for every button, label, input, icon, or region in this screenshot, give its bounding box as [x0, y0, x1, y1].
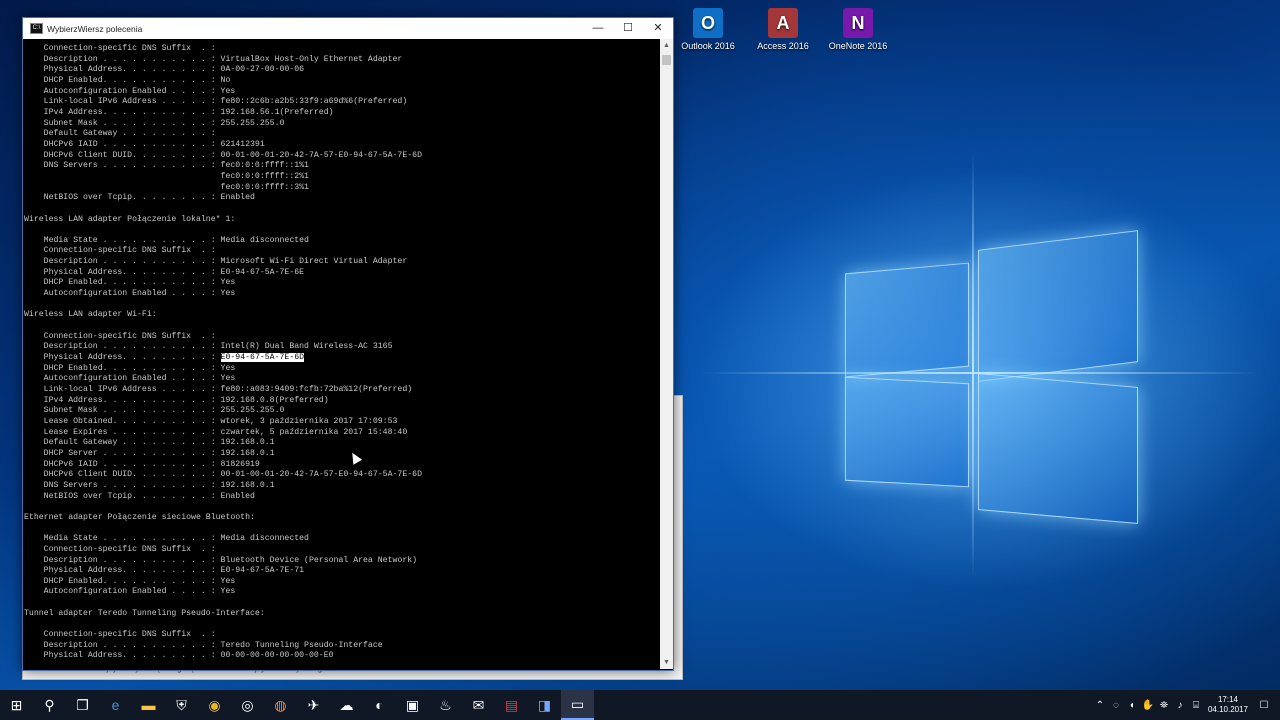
mail-icon[interactable]: ✉	[462, 690, 495, 720]
firefox-icon[interactable]: ◍	[264, 690, 297, 720]
notification-center-icon[interactable]: ☐	[1256, 700, 1272, 711]
clock[interactable]: 17:14 04.10.2017	[1208, 695, 1248, 715]
file-explorer-icon[interactable]: ▬	[132, 690, 165, 720]
command-prompt-icon[interactable]: ▭	[561, 690, 594, 720]
tray-app-icon[interactable]: ✋	[1140, 700, 1156, 711]
minimize-button[interactable]: —	[583, 18, 613, 39]
app-icon-4[interactable]: ◐	[363, 690, 396, 720]
onenote-desktop-shortcut[interactable]: N OneNote 2016	[823, 8, 893, 51]
steam-icon[interactable]: ♨	[429, 690, 462, 720]
access-icon: A	[768, 8, 798, 38]
app-icon-6[interactable]: ▤	[495, 690, 528, 720]
app-icon-7[interactable]: ◨	[528, 690, 561, 720]
show-hidden-icons-icon[interactable]: ⌃	[1092, 700, 1108, 711]
scroll-up-arrow-icon[interactable]: ▲	[660, 39, 673, 52]
tray-app-icon[interactable]: ◌	[1108, 700, 1124, 711]
edge-icon[interactable]: e	[99, 690, 132, 720]
close-button[interactable]: ✕	[643, 18, 673, 39]
maximize-button[interactable]: ☐	[613, 18, 643, 39]
console-text-before: Connection-specific DNS Suffix . : Descr…	[24, 44, 422, 363]
console-text-after: DHCP Enabled. . . . . . . . . . . : Yes …	[24, 363, 422, 661]
window-title: WybierzWiersz polecenia	[47, 23, 143, 34]
app-icon-5[interactable]: ▣	[396, 690, 429, 720]
outlook-icon: O	[693, 8, 723, 38]
taskbar: ⊞ ⚲ ❐ e ▬ ⛨ ◉ ◎ ◍ ✈ ☁ ◐ ▣ ♨ ✉ ▤ ◨ ▭ ⌃ ◌ …	[0, 690, 1280, 720]
keyboard-icon[interactable]: ⌸	[1188, 700, 1204, 711]
console-output: Connection-specific DNS Suffix . : Descr…	[23, 39, 659, 662]
app-icon-2[interactable]: ✈	[297, 690, 330, 720]
outlook-desktop-shortcut[interactable]: O Outlook 2016	[673, 8, 743, 51]
scrollbar-thumb[interactable]	[662, 55, 671, 65]
chrome-icon[interactable]: ◉	[198, 690, 231, 720]
tray-app-icon[interactable]: ◖	[1124, 700, 1140, 711]
desktop-icon-label: OneNote 2016	[828, 41, 888, 51]
system-tray: ⌃ ◌ ◖ ✋ ⛯ ♪ ⌸ 17:14 04.10.2017 ☐	[1092, 690, 1280, 720]
app-icon-3[interactable]: ☁	[330, 690, 363, 720]
desktop-icon-label: Outlook 2016	[681, 41, 735, 51]
window-titlebar[interactable]: C:\ WybierzWiersz polecenia — ☐ ✕	[23, 18, 673, 39]
store-icon[interactable]: ⛨	[165, 690, 198, 720]
cmd-icon: C:\	[30, 23, 43, 34]
onenote-icon: N	[843, 8, 873, 38]
task-view-icon[interactable]: ❐	[66, 690, 99, 720]
search-icon[interactable]: ⚲	[33, 690, 66, 720]
clock-time: 17:14	[1217, 695, 1238, 704]
command-prompt-window[interactable]: C:\ WybierzWiersz polecenia — ☐ ✕ Connec…	[22, 17, 674, 671]
network-icon[interactable]: ⛯	[1156, 700, 1172, 711]
start-button[interactable]: ⊞	[0, 690, 33, 720]
console-output-area[interactable]: Connection-specific DNS Suffix . : Descr…	[23, 39, 659, 669]
desktop-icon-label: Access 2016	[757, 41, 809, 51]
clock-date: 04.10.2017	[1207, 705, 1248, 714]
volume-icon[interactable]: ♪	[1172, 700, 1188, 711]
app-icon-1[interactable]: ◎	[231, 690, 264, 720]
access-desktop-shortcut[interactable]: A Access 2016	[748, 8, 818, 51]
selected-physical-address[interactable]: E0-94-67-5A-7E-6D	[220, 353, 305, 363]
vertical-scrollbar[interactable]: ▲ ▼	[660, 39, 673, 669]
scroll-down-arrow-icon[interactable]: ▼	[660, 656, 673, 669]
